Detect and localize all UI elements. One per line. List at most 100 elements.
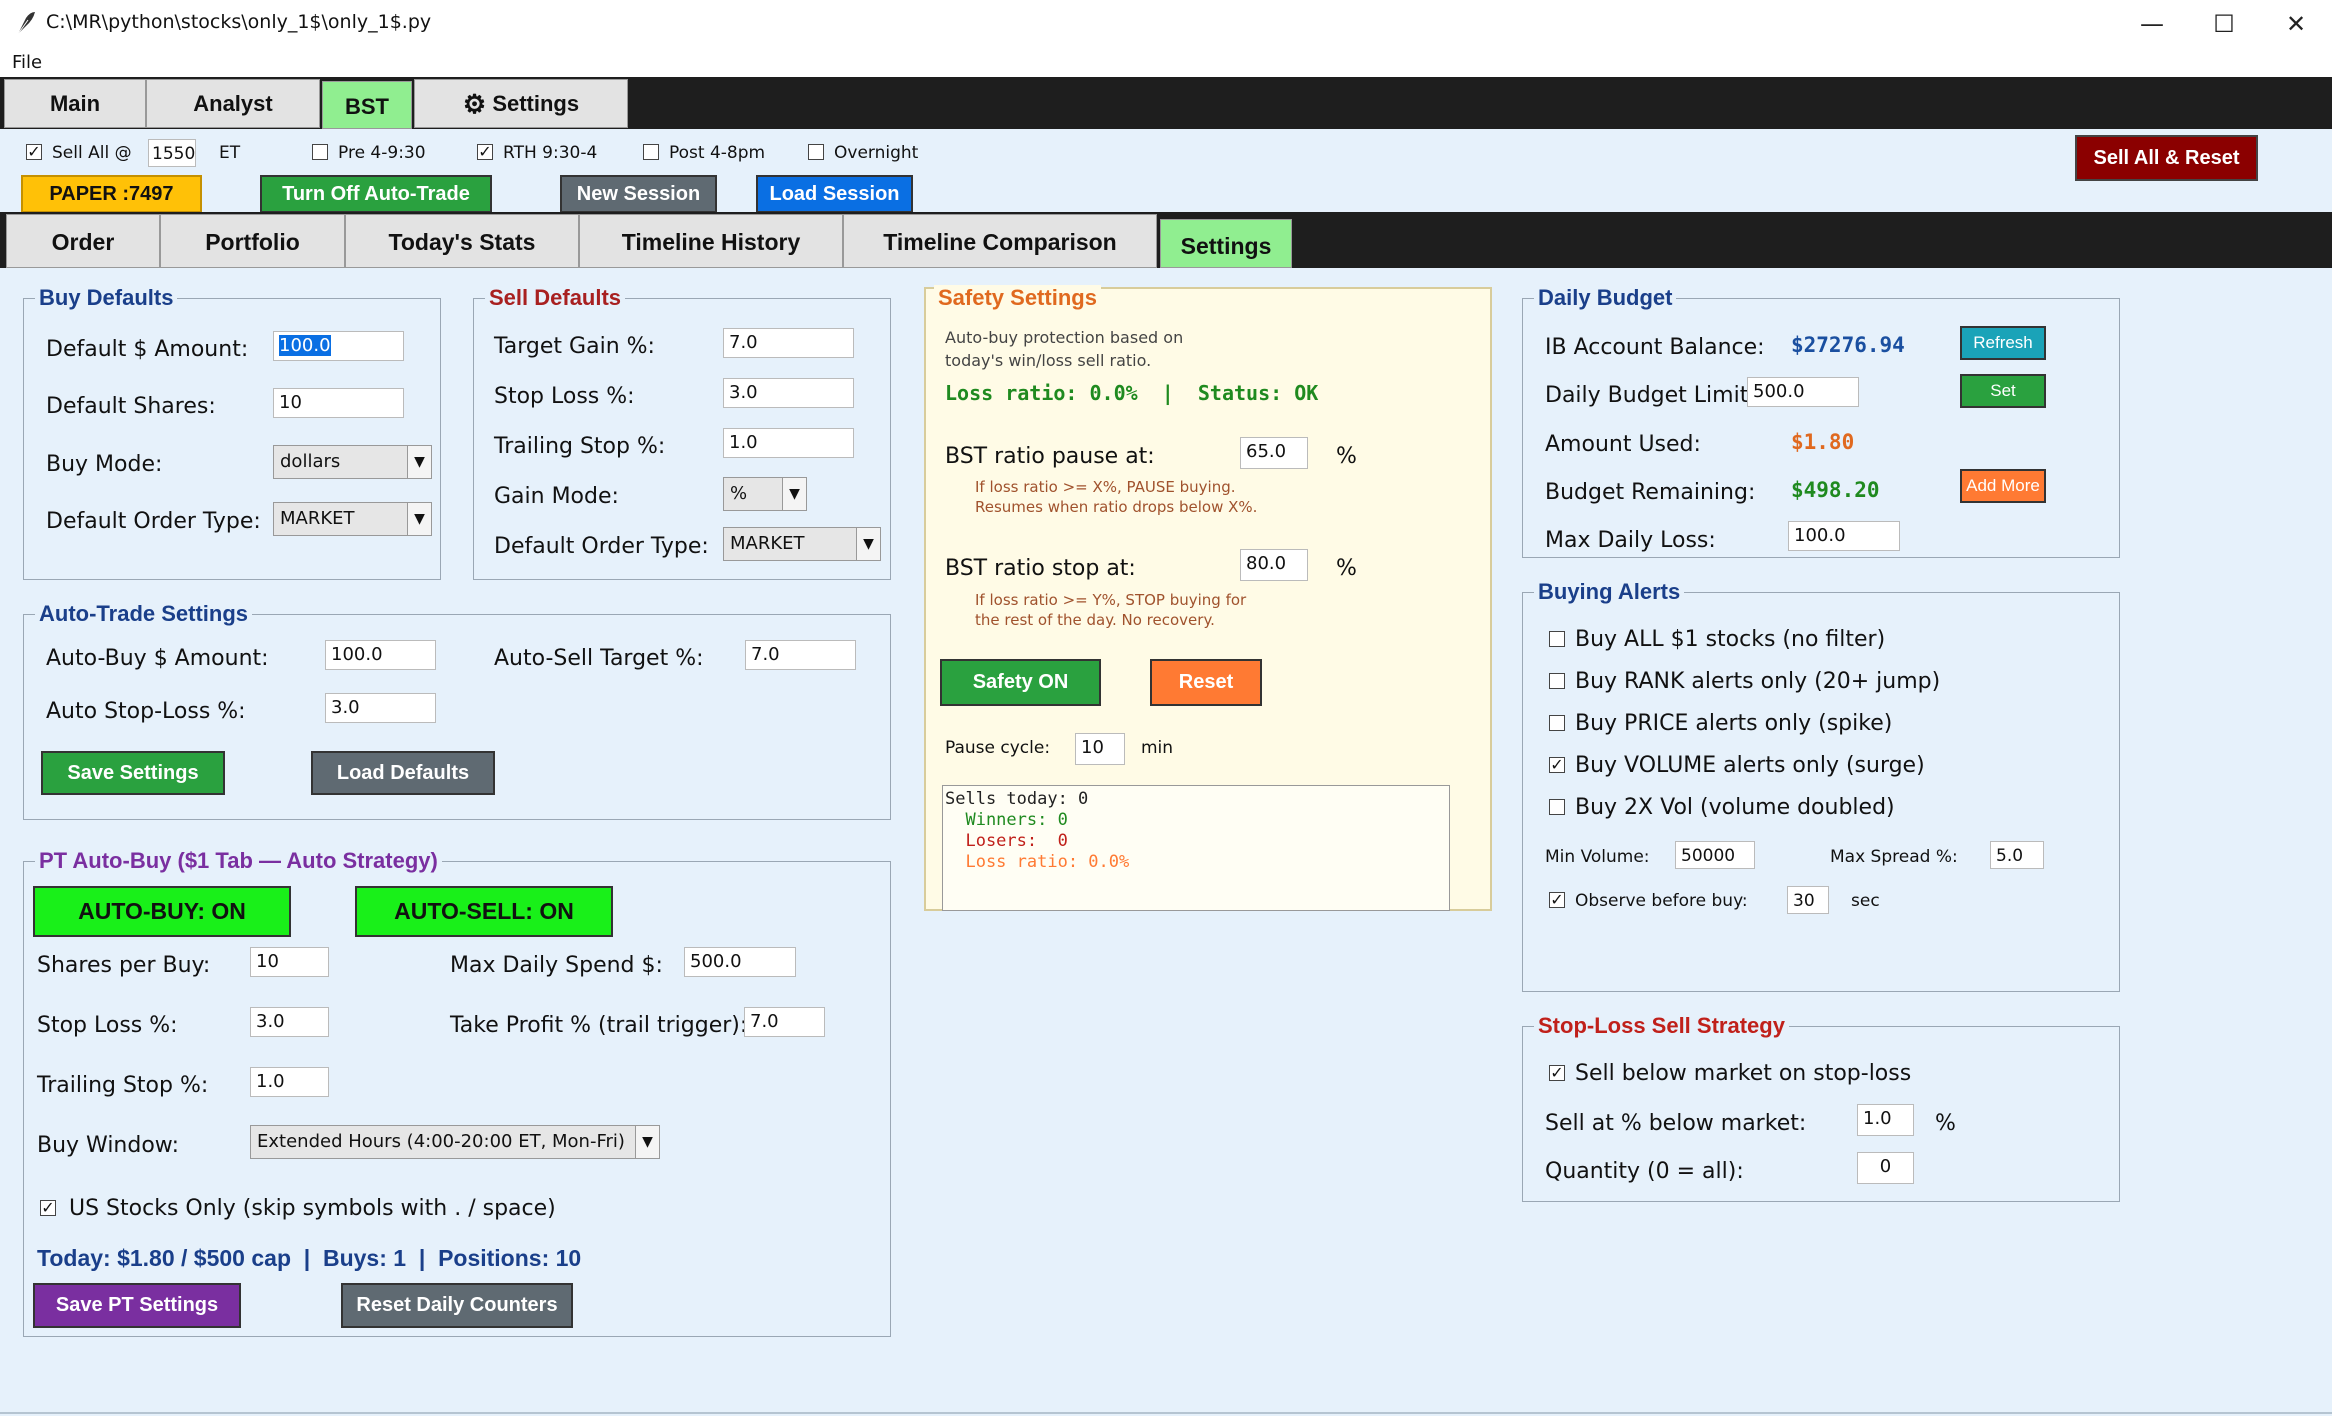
- max-spread-input[interactable]: 5.0: [1990, 841, 2044, 869]
- buy-mode-label: Buy Mode:: [46, 452, 163, 477]
- alert-price-label: Buy PRICE alerts only (spike): [1575, 711, 1893, 736]
- auto-buy-amount-input[interactable]: 100.0: [325, 640, 436, 670]
- maximize-icon[interactable]: ☐: [2194, 4, 2254, 44]
- min-volume-label: Min Volume:: [1545, 847, 1650, 867]
- subtab-order[interactable]: Order: [6, 214, 160, 268]
- buy-window-select[interactable]: Extended Hours (4:00-20:00 ET, Mon-Fri) ▼: [250, 1125, 660, 1159]
- sell-all-time-input[interactable]: 1550: [148, 139, 196, 167]
- observe-label: Observe before buy:: [1575, 891, 1748, 911]
- tab-settings[interactable]: ⚙ Settings: [414, 79, 628, 128]
- quantity-label: Quantity (0 = all):: [1545, 1159, 1744, 1184]
- alert-volume-checkbox[interactable]: ✓: [1549, 757, 1565, 773]
- pause-note-2: Resumes when ratio drops below X%.: [975, 498, 1258, 516]
- auto-trade-title: Auto-Trade Settings: [35, 601, 253, 627]
- sell-all-label: Sell All @: [52, 143, 132, 163]
- save-pt-settings-button[interactable]: Save PT Settings: [33, 1283, 241, 1328]
- max-daily-spend-label: Max Daily Spend $:: [450, 953, 663, 978]
- sell-pct-below-input[interactable]: 1.0: [1857, 1104, 1914, 1136]
- max-daily-spend-input[interactable]: 500.0: [684, 947, 796, 977]
- pause-cycle-input[interactable]: 10: [1075, 733, 1125, 765]
- auto-buy-amount-label: Auto-Buy $ Amount:: [46, 646, 269, 671]
- auto-sell-toggle[interactable]: AUTO-SELL: ON: [355, 886, 613, 937]
- budget-limit-input[interactable]: 500.0: [1747, 377, 1859, 407]
- load-session-button[interactable]: Load Session: [756, 175, 913, 213]
- turn-off-auto-trade-button[interactable]: Turn Off Auto-Trade: [260, 175, 492, 213]
- sell-all-reset-button[interactable]: Sell All & Reset: [2075, 135, 2258, 181]
- us-stocks-only-checkbox[interactable]: ✓: [40, 1200, 56, 1216]
- pt-stop-loss-label: Stop Loss %:: [37, 1013, 178, 1038]
- pre-label: Pre 4-9:30: [338, 143, 426, 163]
- reset-daily-counters-button[interactable]: Reset Daily Counters: [341, 1283, 573, 1328]
- post-checkbox[interactable]: [643, 144, 659, 160]
- sell-trailing-stop-input[interactable]: 1.0: [723, 428, 854, 458]
- safety-on-button[interactable]: Safety ON: [940, 659, 1101, 706]
- subtab-portfolio[interactable]: Portfolio: [160, 214, 345, 268]
- observe-checkbox[interactable]: ✓: [1549, 892, 1565, 908]
- pt-stop-loss-input[interactable]: 3.0: [250, 1007, 329, 1037]
- add-more-button[interactable]: Add More: [1960, 469, 2046, 503]
- stop-at-input[interactable]: 80.0: [1240, 549, 1308, 581]
- pause-cycle-label: Pause cycle:: [945, 738, 1051, 758]
- gain-mode-select[interactable]: % ▼: [723, 477, 807, 511]
- gain-mode-label: Gain Mode:: [494, 484, 619, 509]
- quantity-input[interactable]: 0: [1857, 1152, 1914, 1184]
- safety-desc-2: today's win/loss sell ratio.: [945, 351, 1152, 370]
- sell-stop-loss-input[interactable]: 3.0: [723, 378, 854, 408]
- min-volume-input[interactable]: 50000: [1675, 841, 1755, 869]
- target-gain-input[interactable]: 7.0: [723, 328, 854, 358]
- sell-all-checkbox[interactable]: ✓: [26, 144, 42, 160]
- gear-icon: ⚙: [462, 89, 487, 119]
- auto-sell-target-input[interactable]: 7.0: [745, 640, 856, 670]
- tab-main[interactable]: Main: [4, 79, 146, 128]
- auto-stop-loss-input[interactable]: 3.0: [325, 693, 436, 723]
- close-icon[interactable]: ✕: [2266, 4, 2326, 44]
- pt-trailing-stop-input[interactable]: 1.0: [250, 1067, 329, 1097]
- alert-2x-vol-checkbox[interactable]: [1549, 799, 1565, 815]
- ib-balance-label: IB Account Balance:: [1545, 335, 1765, 360]
- default-amount-input[interactable]: 100.0: [273, 331, 404, 361]
- sell-below-market-label: Sell below market on stop-loss: [1575, 1061, 1912, 1086]
- subtab-todays-stats[interactable]: Today's Stats: [345, 214, 579, 268]
- sell-order-type-select[interactable]: MARKET ▼: [723, 527, 881, 561]
- subtab-timeline-comparison[interactable]: Timeline Comparison: [843, 214, 1157, 268]
- set-budget-button[interactable]: Set: [1960, 374, 2046, 408]
- refresh-balance-button[interactable]: Refresh: [1960, 326, 2046, 360]
- overnight-checkbox[interactable]: [808, 144, 824, 160]
- menu-file[interactable]: File: [12, 52, 42, 73]
- log-losers: Losers: 0: [945, 831, 1068, 851]
- new-session-button[interactable]: New Session: [560, 175, 717, 213]
- alert-price-checkbox[interactable]: [1549, 715, 1565, 731]
- sell-pct-below-label: Sell at % below market:: [1545, 1111, 1807, 1136]
- tab-bst[interactable]: BST: [322, 81, 412, 129]
- bottom-divider: [0, 1412, 2332, 1414]
- buy-order-type-label: Default Order Type:: [46, 509, 261, 534]
- tab-analyst[interactable]: Analyst: [146, 79, 320, 128]
- rth-checkbox[interactable]: ✓: [477, 144, 493, 160]
- auto-buy-toggle[interactable]: AUTO-BUY: ON: [33, 886, 291, 937]
- overnight-label: Overnight: [834, 143, 919, 163]
- sell-below-market-checkbox[interactable]: ✓: [1549, 1065, 1565, 1081]
- buy-order-type-select[interactable]: MARKET ▼: [273, 502, 432, 536]
- gain-mode-value: %: [730, 483, 748, 504]
- subtab-timeline-history[interactable]: Timeline History: [579, 214, 843, 268]
- alert-all-checkbox[interactable]: [1549, 631, 1565, 647]
- pre-checkbox[interactable]: [312, 144, 328, 160]
- subtab-settings[interactable]: Settings: [1160, 219, 1292, 268]
- pause-at-label: BST ratio pause at:: [945, 444, 1155, 469]
- shares-per-buy-input[interactable]: 10: [250, 947, 329, 977]
- observe-input[interactable]: 30: [1787, 886, 1829, 914]
- default-shares-input[interactable]: 10: [273, 388, 404, 418]
- default-amount-value: 100.0: [279, 335, 331, 356]
- minimize-icon[interactable]: —: [2122, 4, 2182, 44]
- max-daily-loss-input[interactable]: 100.0: [1788, 521, 1900, 551]
- take-profit-input[interactable]: 7.0: [744, 1007, 825, 1037]
- paper-account-badge: PAPER :7497: [21, 175, 202, 213]
- buy-mode-select[interactable]: dollars ▼: [273, 445, 432, 479]
- save-settings-button[interactable]: Save Settings: [41, 751, 225, 795]
- safety-reset-button[interactable]: Reset: [1150, 659, 1262, 706]
- load-defaults-button[interactable]: Load Defaults: [311, 751, 495, 795]
- alert-rank-checkbox[interactable]: [1549, 673, 1565, 689]
- pause-at-input[interactable]: 65.0: [1240, 437, 1308, 469]
- sell-order-type-label: Default Order Type:: [494, 534, 709, 559]
- stop-loss-strategy-title: Stop-Loss Sell Strategy: [1534, 1013, 1789, 1039]
